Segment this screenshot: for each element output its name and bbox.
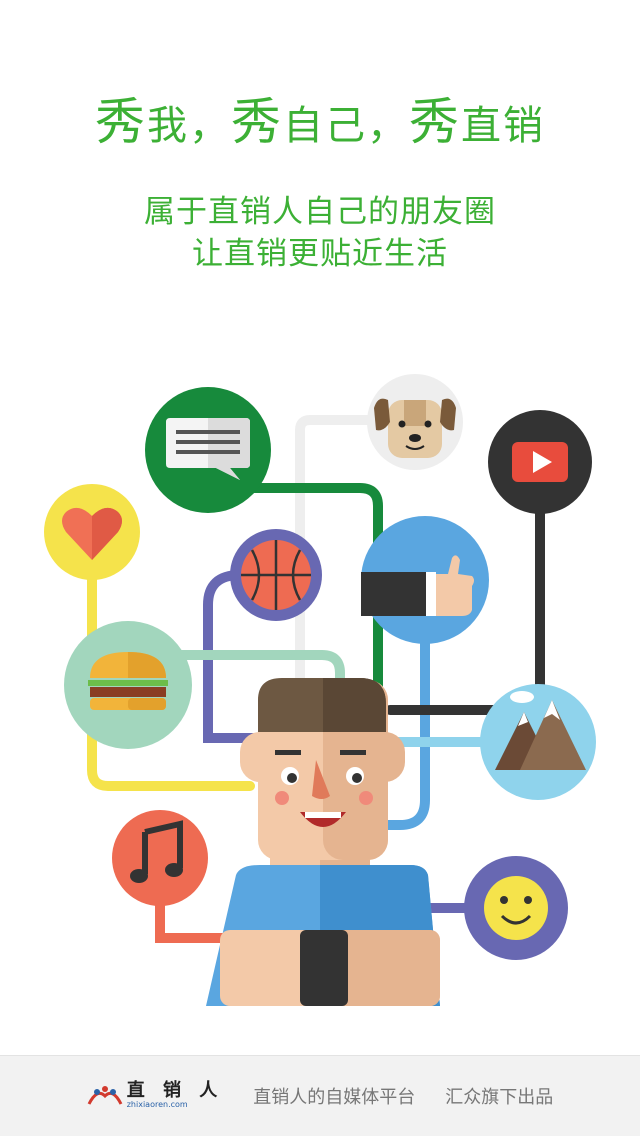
footer-tagline: 直销人的自媒体平台 [253, 1087, 416, 1108]
social-illustration [44, 374, 596, 1006]
headline-me: 我， [147, 103, 231, 149]
brand-logo[interactable]: 直 销 人 zhixiaoren.com [87, 1082, 224, 1110]
people-logo-icon [87, 1086, 123, 1105]
person-illustration [206, 678, 440, 1006]
subtitle-line-1: 属于直销人自己的朋友圈 [144, 194, 496, 230]
burger-icon [64, 621, 192, 749]
logo-chinese-name: 直 销 人 [126, 1080, 224, 1101]
play-video-icon [488, 410, 592, 514]
smiley-icon [464, 856, 568, 960]
subtitle-line-2: 让直销更贴近生活 [192, 236, 448, 272]
footer-producer: 汇众旗下出品 [445, 1087, 554, 1108]
headline-self: 自己， [283, 103, 409, 149]
music-note-icon [112, 810, 208, 906]
footer-bar: 直 销 人 zhixiaoren.com 直销人的自媒体平台 汇众旗下出品 [0, 1055, 640, 1136]
basketball-icon [230, 529, 322, 621]
mountain-icon [480, 684, 596, 800]
headline-show-1: 秀 [95, 93, 147, 151]
chat-bubble-icon [145, 387, 271, 513]
logo-domain: zhixiaoren.com [126, 1100, 188, 1109]
heart-icon [44, 484, 140, 580]
headline-show-3: 秀 [409, 93, 461, 151]
dog-icon [367, 374, 463, 470]
thumbs-up-icon [361, 516, 489, 644]
headline: 秀我，秀自己，秀直销 [0, 92, 640, 152]
headline-direct-sales: 直销 [461, 103, 545, 149]
headline-show-2: 秀 [231, 93, 283, 151]
